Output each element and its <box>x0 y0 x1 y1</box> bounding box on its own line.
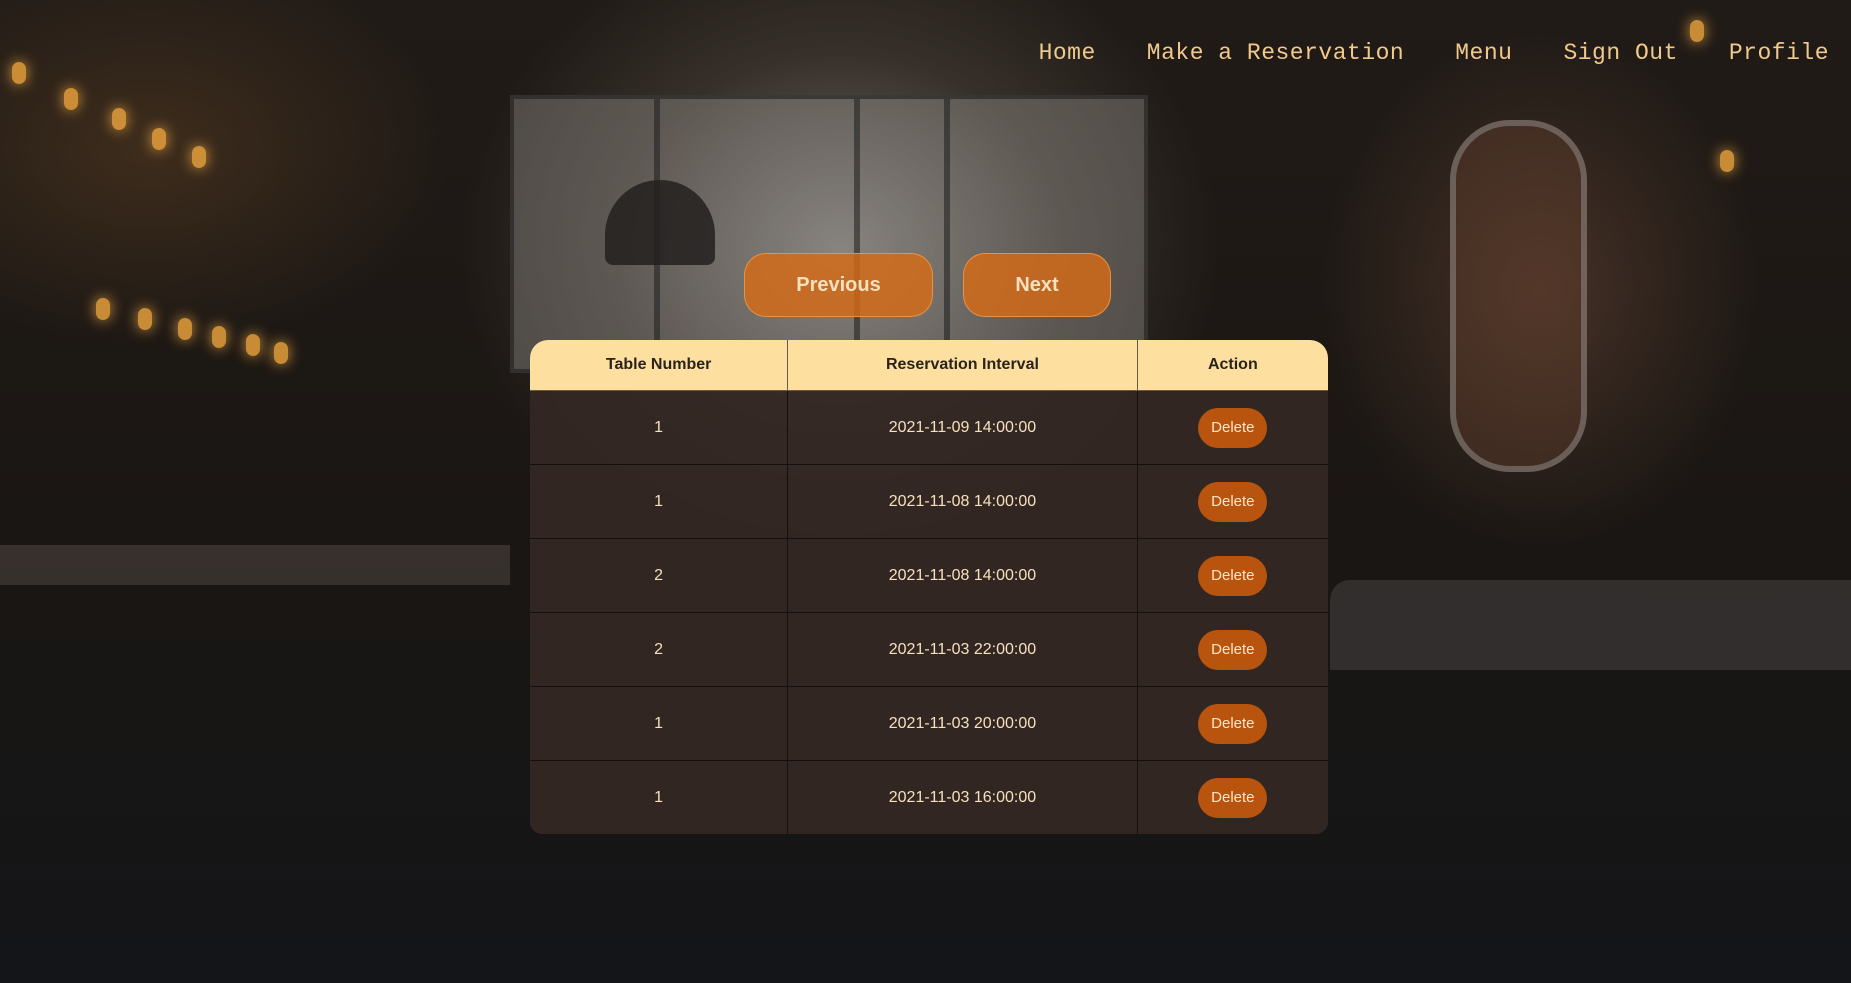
action-cell: Delete <box>1137 538 1328 613</box>
background-bench <box>1330 580 1851 670</box>
reservation-interval-cell: 2021-11-08 14:00:00 <box>787 464 1138 539</box>
table-row: 1 2021-11-03 20:00:00 Delete <box>530 686 1328 761</box>
reservations-table-container: Table Number Reservation Interval Action… <box>530 340 1328 834</box>
table-number-cell: 1 <box>530 760 789 834</box>
background-window-pane <box>854 99 860 369</box>
action-cell: Delete <box>1137 686 1328 761</box>
column-header-action: Action <box>1137 340 1328 391</box>
background-light <box>1720 150 1734 172</box>
top-navigation: Home Make a Reservation Menu Sign Out Pr… <box>988 40 1829 66</box>
header-row: Table Number Reservation Interval Action <box>530 340 1328 391</box>
table-row: 1 2021-11-09 14:00:00 Delete <box>530 390 1328 465</box>
background-light <box>138 308 152 330</box>
action-cell: Delete <box>1137 390 1328 465</box>
table-body: 1 2021-11-09 14:00:00 Delete 1 2021-11-0… <box>530 390 1328 834</box>
delete-button[interactable]: Delete <box>1198 555 1268 596</box>
table-number-cell: 1 <box>530 390 789 465</box>
nav-link-make-reservation[interactable]: Make a Reservation <box>1147 40 1404 66</box>
background-light <box>64 88 78 110</box>
reservation-interval-cell: 2021-11-03 16:00:00 <box>787 760 1138 834</box>
table-row: 2 2021-11-08 14:00:00 Delete <box>530 538 1328 613</box>
background-light <box>178 318 192 340</box>
table-number-cell: 2 <box>530 612 789 687</box>
reservation-interval-cell: 2021-11-03 20:00:00 <box>787 686 1138 761</box>
next-button[interactable]: Next <box>963 253 1111 317</box>
nav-link-home[interactable]: Home <box>1039 40 1096 66</box>
table-number-cell: 1 <box>530 464 789 539</box>
background-light <box>192 146 206 168</box>
nav-link-profile[interactable]: Profile <box>1729 40 1829 66</box>
background-light <box>274 342 288 364</box>
pagination-controls: Previous Next <box>744 253 1111 317</box>
table-row: 1 2021-11-03 16:00:00 Delete <box>530 760 1328 834</box>
table-row: 2 2021-11-03 22:00:00 Delete <box>530 612 1328 687</box>
delete-button[interactable]: Delete <box>1198 407 1268 448</box>
reservation-interval-cell: 2021-11-08 14:00:00 <box>787 538 1138 613</box>
reservation-interval-cell: 2021-11-03 22:00:00 <box>787 612 1138 687</box>
delete-button[interactable]: Delete <box>1198 481 1268 522</box>
delete-button[interactable]: Delete <box>1198 629 1268 670</box>
nav-link-menu[interactable]: Menu <box>1455 40 1512 66</box>
action-cell: Delete <box>1137 760 1328 834</box>
background-light <box>212 326 226 348</box>
action-cell: Delete <box>1137 612 1328 687</box>
delete-button[interactable]: Delete <box>1198 777 1268 818</box>
table-header: Table Number Reservation Interval Action <box>530 340 1328 391</box>
delete-button[interactable]: Delete <box>1198 703 1268 744</box>
background-light <box>1690 20 1704 42</box>
nav-link-sign-out[interactable]: Sign Out <box>1563 40 1677 66</box>
table-number-cell: 2 <box>530 538 789 613</box>
column-header-table-number: Table Number <box>530 340 789 391</box>
reservations-table: Table Number Reservation Interval Action… <box>530 340 1328 834</box>
background-bar-counter <box>0 545 510 585</box>
table-row: 1 2021-11-08 14:00:00 Delete <box>530 464 1328 539</box>
background-light <box>12 62 26 84</box>
column-header-reservation-interval: Reservation Interval <box>787 340 1138 391</box>
background-light <box>96 298 110 320</box>
background-light <box>152 128 166 150</box>
background-mirror <box>1450 120 1587 472</box>
previous-button[interactable]: Previous <box>744 253 933 317</box>
table-number-cell: 1 <box>530 686 789 761</box>
background-light <box>112 108 126 130</box>
reservation-interval-cell: 2021-11-09 14:00:00 <box>787 390 1138 465</box>
background-window-pane <box>944 99 950 369</box>
background-light <box>246 334 260 356</box>
action-cell: Delete <box>1137 464 1328 539</box>
